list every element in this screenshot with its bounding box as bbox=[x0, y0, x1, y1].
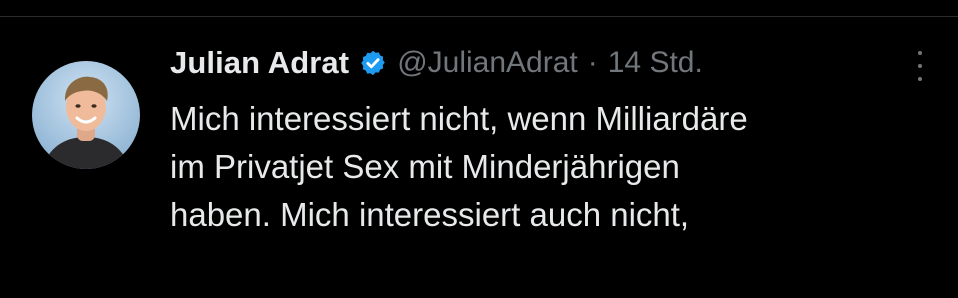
author-handle[interactable]: @JulianAdrat bbox=[397, 46, 578, 80]
more-options-button[interactable] bbox=[910, 51, 930, 81]
tweet-text-line: im Privatjet Sex mit Minderjährigen bbox=[170, 148, 680, 185]
tweet-text-line: haben. Mich interessiert auch nicht, bbox=[170, 196, 690, 233]
tweet-text: Mich interessiert nicht, wenn Milliardär… bbox=[170, 95, 940, 239]
header-separator: · bbox=[587, 46, 598, 79]
more-options-icon bbox=[918, 51, 922, 55]
avatar-image bbox=[32, 61, 140, 169]
author-display-name[interactable]: Julian Adrat bbox=[170, 45, 349, 81]
avatar[interactable] bbox=[32, 61, 140, 169]
tweet-text-line: Mich interessiert nicht, wenn Milliardär… bbox=[170, 100, 748, 137]
tweet-header: Julian Adrat @JulianAdrat · 14 Std. bbox=[170, 43, 703, 83]
verified-badge-icon bbox=[361, 50, 385, 76]
post-time[interactable]: 14 Std. bbox=[608, 46, 703, 80]
tweet[interactable]: Julian Adrat @JulianAdrat · 14 Std. Mich… bbox=[0, 17, 958, 298]
